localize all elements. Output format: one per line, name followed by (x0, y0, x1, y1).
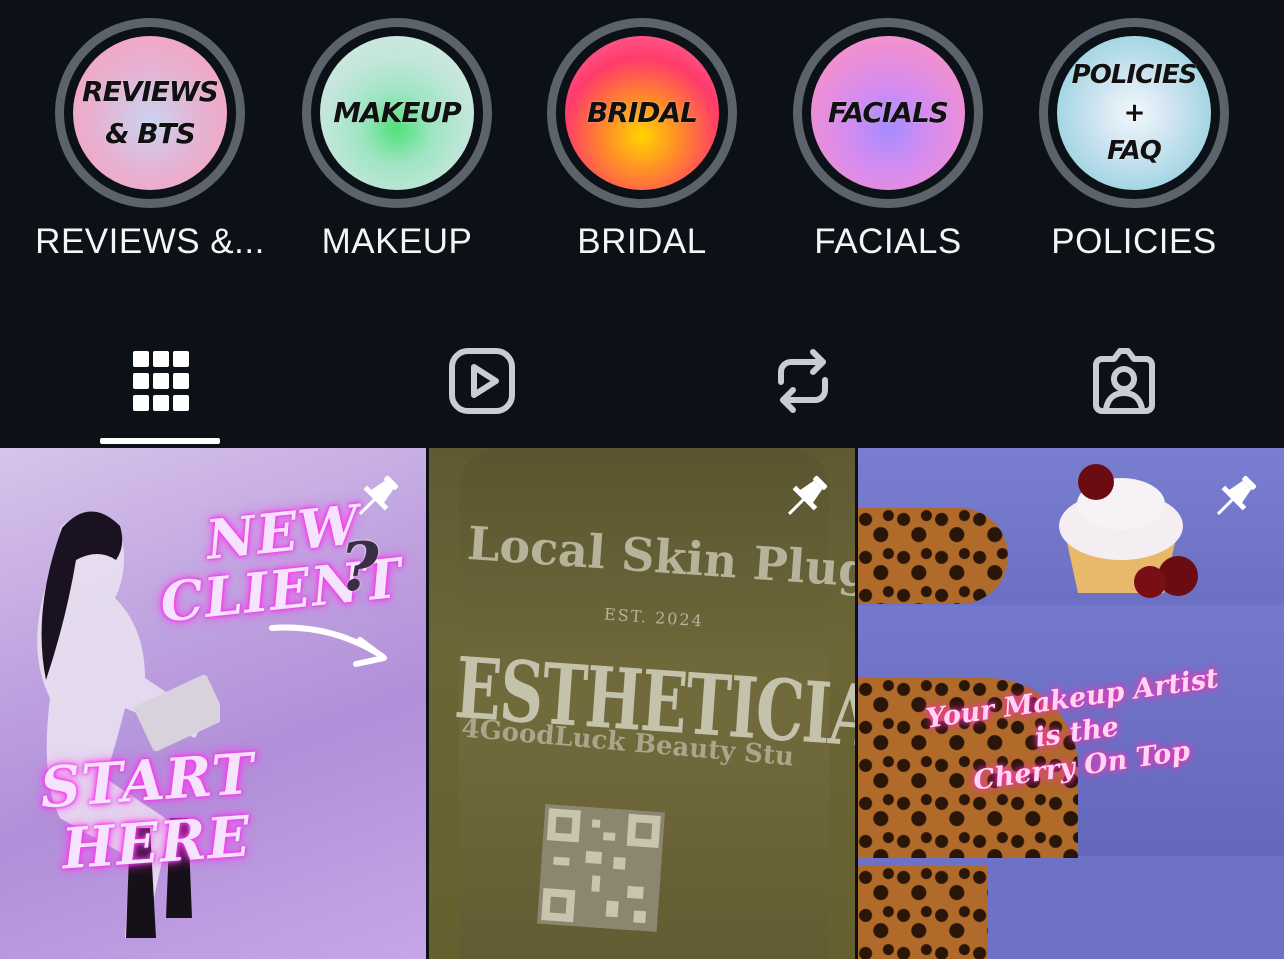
story-highlights-row: REVIEWS & BTS REVIEWS &... MAKEUP MAKEUP… (0, 0, 1284, 300)
tagged-person-icon (1092, 348, 1155, 414)
highlight-cover: FACIALS (811, 36, 965, 190)
highlight-cover: BRIDAL (565, 36, 719, 190)
profile-tab-bar (0, 322, 1284, 446)
highlight-title: FACIALS (814, 222, 962, 261)
highlight-cover: REVIEWS & BTS (73, 36, 227, 190)
overlay-text: HERE (59, 803, 253, 883)
pin-icon (787, 475, 828, 516)
highlight-ring: MAKEUP (302, 18, 492, 208)
reels-play-icon (448, 348, 515, 414)
highlight-ring: POLICIES + FAQ (1039, 18, 1229, 208)
tab-tagged[interactable] (963, 322, 1284, 440)
highlight-title: POLICIES (1051, 222, 1217, 261)
highlight-reviews[interactable]: REVIEWS & BTS REVIEWS &... (27, 18, 273, 262)
arrow-doodle (269, 624, 387, 667)
highlight-cover: MAKEUP (320, 36, 474, 190)
highlight-ring: REVIEWS & BTS (55, 18, 245, 208)
tab-posts-grid[interactable] (0, 322, 321, 440)
highlight-cover-text: FAQ (1107, 136, 1162, 166)
highlight-ring: BRIDAL (547, 18, 737, 208)
pin-icon (358, 475, 399, 516)
active-tab-indicator (100, 438, 220, 444)
highlight-cover-text: BRIDAL (586, 96, 698, 129)
qr-code-icon (536, 803, 666, 933)
grid-post[interactable]: Local Skin Plug EST. 2024 ESTHETICIAN 4G… (429, 448, 855, 959)
highlight-cover-text: MAKEUP (333, 96, 462, 129)
highlight-policies[interactable]: POLICIES + FAQ POLICIES (1011, 18, 1257, 262)
cupcake-illustration (1059, 464, 1198, 598)
highlight-cover-text: POLICIES (1071, 60, 1198, 90)
tab-reposts[interactable] (642, 322, 963, 440)
highlight-title: MAKEUP (321, 222, 473, 261)
highlight-cover: POLICIES + FAQ (1057, 36, 1211, 190)
highlight-title: BRIDAL (577, 222, 707, 261)
highlight-ring: FACIALS (793, 18, 983, 208)
grid-post[interactable]: NEW CLIENT ? START HERE (0, 448, 426, 959)
tab-reels[interactable] (321, 322, 642, 440)
pin-icon (1216, 475, 1257, 516)
highlight-cover-text: & BTS (105, 117, 196, 150)
highlight-cover-text: FACIALS (828, 96, 949, 129)
grid-post[interactable]: Your Makeup Artist is the Cherry On Top (858, 448, 1284, 959)
repost-icon (777, 349, 828, 413)
woman-with-laptop-illustration (37, 511, 220, 938)
highlight-facials[interactable]: FACIALS FACIALS (765, 18, 1011, 262)
highlight-bridal[interactable]: BRIDAL BRIDAL (519, 18, 765, 262)
leopard-sleeve (858, 508, 1008, 604)
grid-icon (132, 351, 189, 411)
highlight-makeup[interactable]: MAKEUP MAKEUP (274, 18, 520, 262)
overlay-text: ? (340, 528, 380, 606)
highlight-title: REVIEWS &... (35, 222, 265, 261)
highlight-cover-text: REVIEWS (82, 75, 219, 108)
leopard-top (858, 866, 988, 959)
highlight-cover-text: + (1123, 98, 1146, 128)
posts-grid: NEW CLIENT ? START HERE Local Skin Plug … (0, 448, 1284, 959)
